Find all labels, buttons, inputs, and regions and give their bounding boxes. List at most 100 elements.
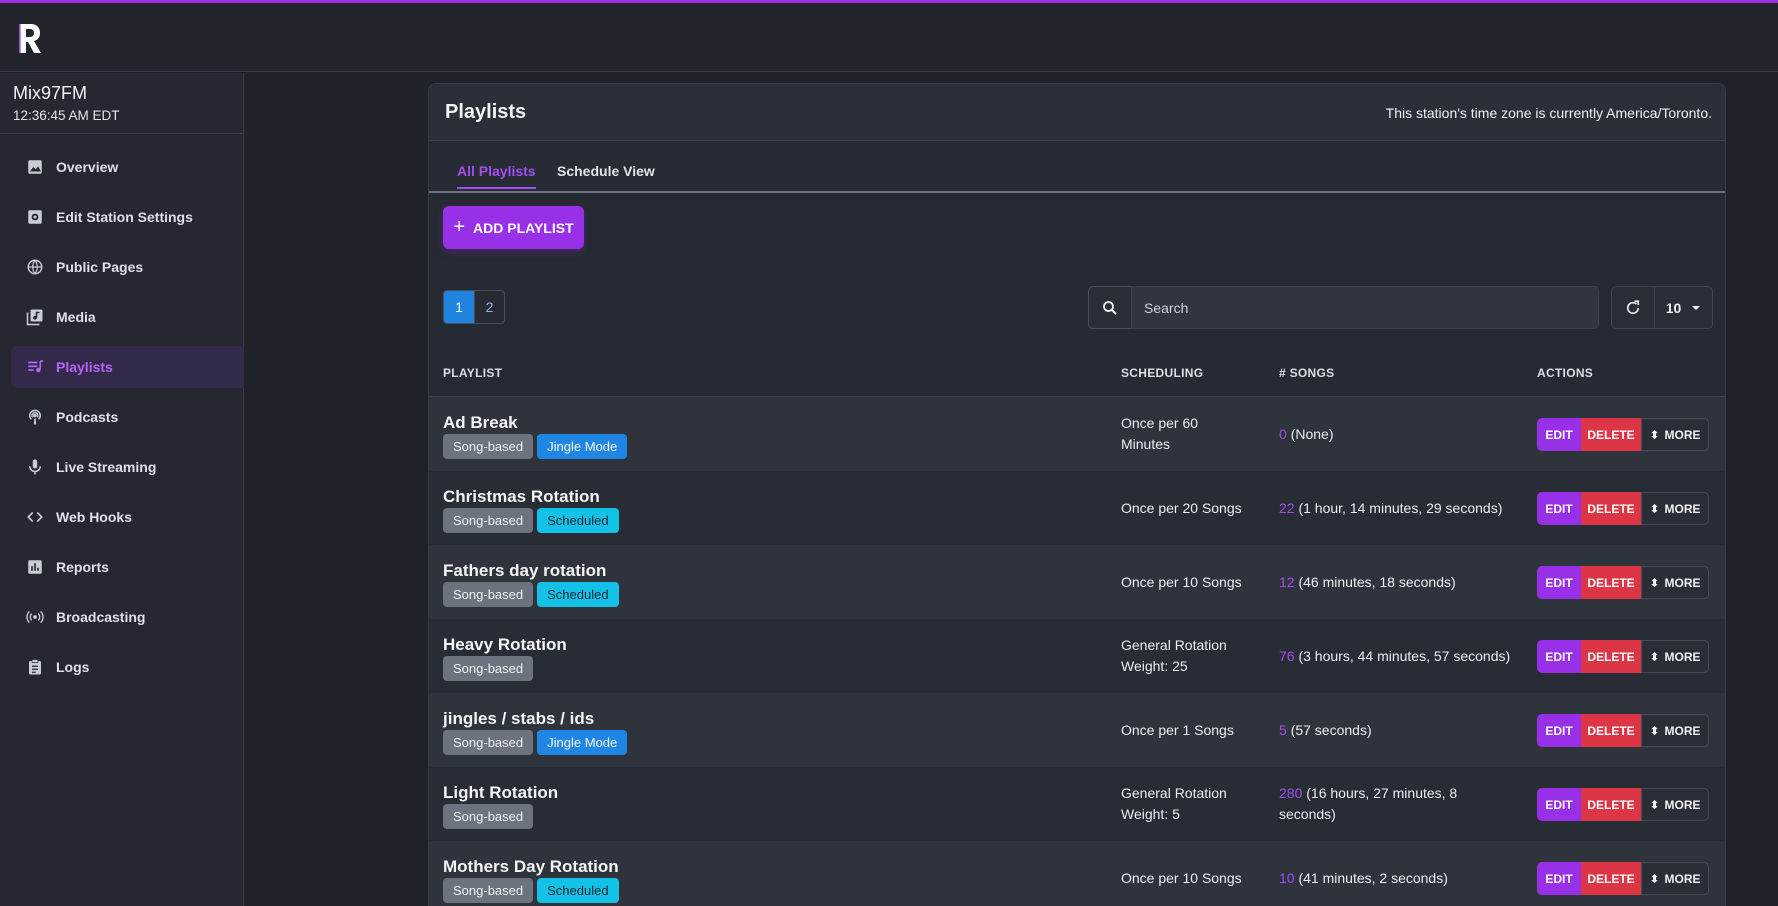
playlist-badges: Song-based [443,804,534,829]
refresh-button[interactable] [1611,286,1655,329]
page-button-2[interactable]: 2 [474,291,504,323]
row-actions: EDIT DELETE ⬍ MORE [1537,862,1709,895]
sidebar-item-playlists[interactable]: Playlists [11,346,244,388]
playlist-icon [25,357,45,377]
column-header-scheduling[interactable]: SCHEDULING [1121,366,1203,380]
edit-button[interactable]: EDIT [1537,640,1581,673]
songs-text: 76 (3 hours, 44 minutes, 57 seconds) [1279,646,1519,667]
column-header-songs[interactable]: # SONGS [1279,366,1334,380]
delete-button[interactable]: DELETE [1581,862,1641,895]
sidebar-item-broadcasting[interactable]: Broadcasting [11,596,244,638]
delete-button[interactable]: DELETE [1581,492,1641,525]
add-playlist-button[interactable]: + ADD PLAYLIST [443,206,584,249]
badge-scheduled: Scheduled [537,582,619,607]
delete-button[interactable]: DELETE [1581,566,1641,599]
song-count-link[interactable]: 10 [1279,870,1295,886]
delete-button[interactable]: DELETE [1581,714,1641,747]
songs-text: 0 (None) [1279,424,1519,445]
chevron-updown-icon: ⬍ [1649,649,1660,664]
playlist-badges: Song-based [443,656,534,681]
broadcast-icon [25,607,45,627]
column-header-actions: ACTIONS [1537,366,1594,380]
badge-song-based: Song-based [443,878,534,903]
sidebar-item-media[interactable]: Media [11,296,244,338]
badge-song-based: Song-based [443,582,534,607]
song-count-link[interactable]: 0 [1279,426,1287,442]
page-title: Playlists [445,101,527,123]
badge-song-based: Song-based [443,656,534,681]
sidebar-item-reports[interactable]: Reports [11,546,244,588]
playlists-card: Playlists This station's time zone is cu… [428,83,1726,906]
badge-song-based: Song-based [443,434,534,459]
more-button[interactable]: ⬍ MORE [1641,566,1709,599]
song-duration: (None) [1290,426,1334,442]
clipboard-icon [25,657,45,677]
edit-button[interactable]: EDIT [1537,788,1581,821]
scheduling-line: Once per 10 Songs [1121,870,1242,886]
edit-button[interactable]: EDIT [1537,862,1581,895]
search-button[interactable] [1088,286,1132,329]
per-page-dropdown[interactable]: 10 [1654,286,1713,329]
edit-button[interactable]: EDIT [1537,418,1581,451]
sidebar-divider [0,133,243,134]
more-label: MORE [1664,575,1701,590]
sidebar-item-podcasts[interactable]: Podcasts [11,396,244,438]
table-row: jingles / stabs / ids Song-based Jingle … [429,693,1725,767]
scheduling-line: Once per 1 Songs [1121,722,1234,738]
badge-scheduled: Scheduled [537,878,619,903]
song-count-link[interactable]: 280 [1279,785,1302,801]
scheduling-text: General Rotation Weight: 25 [1121,635,1261,677]
song-duration: (41 minutes, 2 seconds) [1298,870,1448,886]
more-button[interactable]: ⬍ MORE [1641,492,1709,525]
search-input[interactable] [1131,286,1599,329]
edit-button[interactable]: EDIT [1537,714,1581,747]
sidebar-item-edit-station-settings[interactable]: Edit Station Settings [11,196,244,238]
tab-all-playlists[interactable]: All Playlists [457,163,536,189]
more-button[interactable]: ⬍ MORE [1641,862,1709,895]
pagination: 1 2 [443,290,505,324]
more-button[interactable]: ⬍ MORE [1641,714,1709,747]
tabs-bar: All Playlists Schedule View [429,141,1725,193]
more-button[interactable]: ⬍ MORE [1641,640,1709,673]
add-playlist-label: ADD PLAYLIST [473,219,574,236]
sidebar-item-label: Reports [56,559,109,575]
sidebar-item-public-pages[interactable]: Public Pages [11,246,244,288]
sidebar-item-logs[interactable]: Logs [11,646,244,688]
tab-schedule-view[interactable]: Schedule View [557,163,655,187]
chevron-updown-icon: ⬍ [1649,871,1660,886]
scheduling-line: Minutes [1121,436,1171,452]
edit-button[interactable]: EDIT [1537,492,1581,525]
more-button[interactable]: ⬍ MORE [1641,788,1709,821]
delete-button[interactable]: DELETE [1581,418,1641,451]
song-count-link[interactable]: 76 [1279,648,1295,664]
sidebar-item-label: Broadcasting [56,609,146,625]
chevron-updown-icon: ⬍ [1649,427,1660,442]
scheduling-text: General Rotation Weight: 5 [1121,783,1261,825]
table-row: Ad Break Song-based Jingle Mode Once per… [429,397,1725,471]
delete-button[interactable]: DELETE [1581,788,1641,821]
sidebar-item-label: Media [56,309,96,325]
sidebar-item-web-hooks[interactable]: Web Hooks [11,496,244,538]
scheduling-text: Once per 1 Songs [1121,720,1261,741]
sidebar-item-label: Edit Station Settings [56,209,193,225]
sidebar-item-overview[interactable]: Overview [11,146,244,188]
song-count-link[interactable]: 22 [1279,500,1295,516]
more-button[interactable]: ⬍ MORE [1641,418,1709,451]
delete-button[interactable]: DELETE [1581,640,1641,673]
edit-button[interactable]: EDIT [1537,566,1581,599]
row-actions: EDIT DELETE ⬍ MORE [1537,788,1709,821]
playlist-name: jingles / stabs / ids [443,709,595,728]
column-header-playlist[interactable]: PLAYLIST [443,366,502,380]
page-button-1[interactable]: 1 [444,291,474,323]
songs-text: 10 (41 minutes, 2 seconds) [1279,868,1519,889]
playlist-badges: Song-based Scheduled [443,878,619,903]
song-count-link[interactable]: 5 [1279,722,1287,738]
mic-icon [25,457,45,477]
logo-icon[interactable] [17,20,43,56]
more-label: MORE [1664,871,1701,886]
row-actions: EDIT DELETE ⬍ MORE [1537,566,1709,599]
playlist-badges: Song-based Scheduled [443,508,619,533]
sidebar-item-live-streaming[interactable]: Live Streaming [11,446,244,488]
playlist-badges: Song-based Scheduled [443,582,619,607]
song-count-link[interactable]: 12 [1279,574,1295,590]
